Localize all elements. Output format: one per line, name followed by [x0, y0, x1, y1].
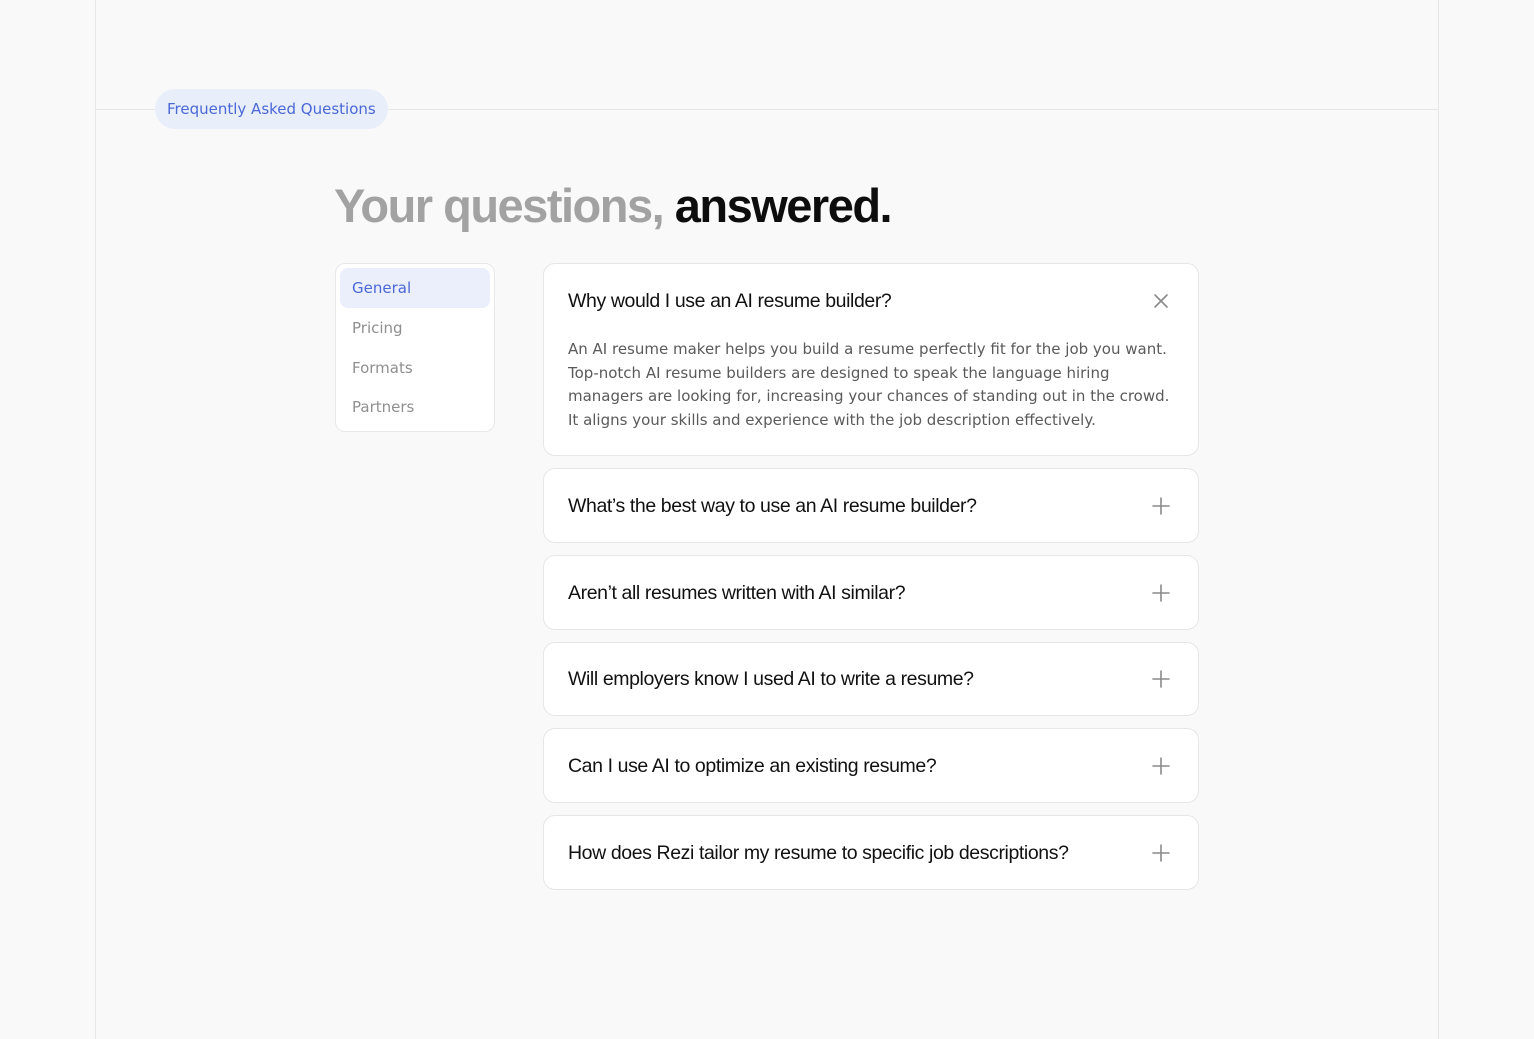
plus-icon[interactable] — [1152, 670, 1170, 688]
page-title: Your questions, answered. — [334, 176, 893, 236]
plus-icon[interactable] — [1152, 584, 1170, 602]
faq-question[interactable]: Aren’t all resumes written with AI simil… — [568, 582, 1138, 605]
faq-question[interactable]: Why would I use an AI resume builder? — [568, 290, 1138, 313]
faq-answer: An AI resume maker helps you build a res… — [568, 340, 1170, 429]
plus-icon[interactable] — [1152, 497, 1170, 515]
page-title-strong: answered. — [674, 179, 893, 232]
close-icon[interactable] — [1152, 292, 1170, 310]
faq-category-nav: General Pricing Formats Partners — [335, 263, 495, 432]
faq-eyebrow-badge: Frequently Asked Questions — [155, 89, 388, 129]
faq-item[interactable]: What’s the best way to use an AI resume … — [543, 468, 1199, 543]
faq-item-expanded[interactable]: Why would I use an AI resume builder? An… — [543, 263, 1199, 456]
nav-item-pricing[interactable]: Pricing — [340, 308, 490, 348]
nav-item-formats[interactable]: Formats — [340, 348, 490, 388]
faq-question[interactable]: Can I use AI to optimize an existing res… — [568, 755, 1138, 778]
faq-question[interactable]: What’s the best way to use an AI resume … — [568, 495, 1138, 518]
plus-icon[interactable] — [1152, 757, 1170, 775]
faq-item[interactable]: Can I use AI to optimize an existing res… — [543, 728, 1199, 803]
faq-item[interactable]: Aren’t all resumes written with AI simil… — [543, 555, 1199, 630]
faq-item[interactable]: How does Rezi tailor my resume to specif… — [543, 815, 1199, 890]
nav-item-general[interactable]: General — [340, 268, 490, 308]
faq-question[interactable]: How does Rezi tailor my resume to specif… — [568, 842, 1138, 865]
plus-icon[interactable] — [1152, 844, 1170, 862]
faq-item[interactable]: Will employers know I used AI to write a… — [543, 642, 1199, 716]
nav-item-partners[interactable]: Partners — [340, 388, 490, 427]
page-title-muted: Your questions, — [334, 179, 665, 232]
faq-question[interactable]: Will employers know I used AI to write a… — [568, 668, 1138, 691]
